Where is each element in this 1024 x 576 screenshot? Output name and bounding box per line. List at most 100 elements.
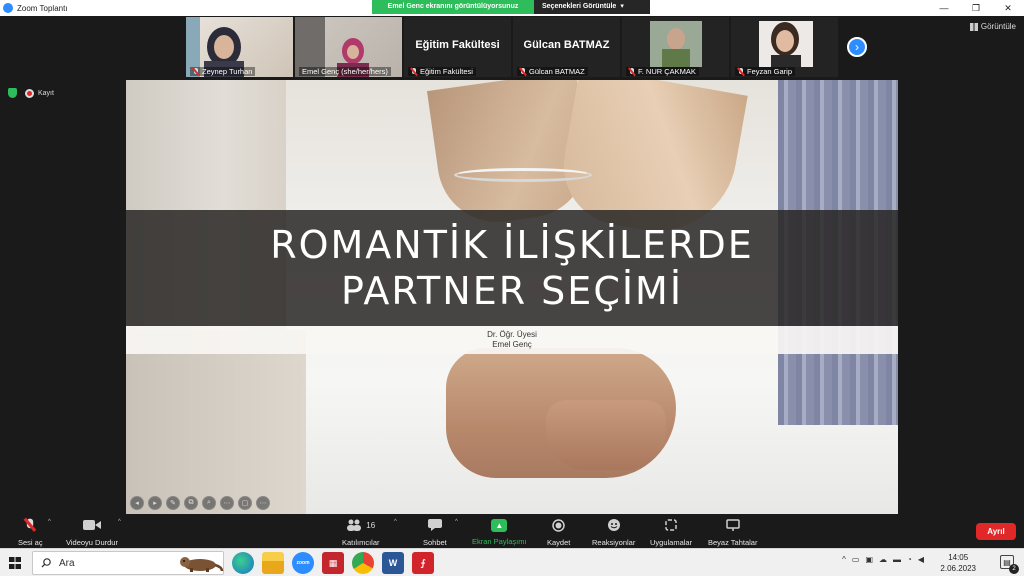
participant-tile[interactable]: Eğitim Fakültesi Eğitim Fakültesi — [404, 17, 511, 77]
camera-icon[interactable]: ▢ — [238, 496, 252, 510]
participant-name: Gülcan BATMAZ — [529, 67, 585, 76]
participant-name-label: Eğitim Fakültesi — [408, 67, 476, 76]
slide-subtitle-band: Dr. Öğr. Üyesi Emel Genç — [126, 326, 898, 354]
onscreen-display-icon[interactable]: ▣ — [865, 555, 873, 564]
unmute-label: Sesi aç — [18, 538, 43, 547]
record-glyph-icon — [552, 518, 565, 532]
minimize-button[interactable]: — — [928, 0, 960, 16]
meeting-indicators: Kayıt — [8, 88, 54, 98]
shield-icon[interactable] — [8, 88, 17, 98]
battery-icon[interactable]: ▬ — [893, 555, 901, 564]
participant-name-label: Gülcan BATMAZ — [517, 67, 588, 76]
video-camera-glyph-icon — [82, 520, 101, 530]
slide-title-line1: ROMANTİK İLİŞKİLERDE — [270, 223, 754, 267]
chat-glyph-icon — [427, 519, 442, 531]
next-slide-icon[interactable]: ▸ — [148, 496, 162, 510]
chat-options-caret-icon[interactable]: ^ — [455, 519, 458, 525]
chat-bubble-icon — [427, 517, 442, 533]
mic-muted-icon — [25, 517, 35, 533]
apps-label: Uygulamalar — [650, 538, 693, 547]
more-options-icon[interactable]: ⋯ — [256, 496, 270, 510]
view-options-button[interactable]: Seçenekleri Görüntüle ▾ — [534, 0, 650, 14]
wifi-icon[interactable]: ◔ — [907, 555, 912, 564]
search-icon — [41, 558, 51, 568]
participants-options-caret-icon[interactable]: ^ — [394, 519, 397, 525]
mic-glyph-icon — [25, 518, 35, 532]
tray-expand-icon[interactable]: ^ — [842, 555, 846, 564]
edge-browser-icon[interactable] — [232, 552, 254, 574]
system-tray: ^ ▭ ▣ ☁ ▬ ◔ ◀ — [842, 555, 924, 564]
previous-slide-icon[interactable]: ◂ — [130, 496, 144, 510]
grid-icon — [969, 22, 978, 31]
apps-button[interactable]: Uygulamalar — [650, 517, 692, 547]
slide-photo-fingers — [546, 400, 666, 470]
video-camera-icon — [82, 517, 101, 533]
chevron-down-icon: ▾ — [620, 3, 624, 10]
word-app-icon[interactable]: W — [382, 552, 404, 574]
zoom-icon[interactable]: ⌕ — [202, 496, 216, 510]
network-device-icon[interactable]: ▭ — [852, 555, 860, 564]
apps-glyph-icon — [665, 519, 677, 531]
window-title: Zoom Toplantı — [17, 3, 68, 13]
maximize-button[interactable]: ❐ — [960, 0, 992, 16]
slides-grid-icon[interactable]: ⧉ — [184, 496, 198, 510]
share-screen-button[interactable]: ▲ Ekran Paylaşımı — [472, 517, 527, 546]
slide-title-band: ROMANTİK İLİŞKİLERDE PARTNER SEÇİMİ — [126, 210, 898, 326]
window-controls: — ❐ ✕ — [928, 0, 1024, 16]
file-explorer-icon[interactable] — [262, 552, 284, 574]
participant-name-label: Feyzan Garip — [735, 67, 796, 76]
speaker-icon[interactable]: ◀ — [918, 555, 924, 564]
taskbar-clock[interactable]: 14:05 2.06.2023 — [940, 552, 976, 574]
participant-name: Emel Genç (she/her/hers) — [302, 67, 388, 76]
cloud-sync-icon[interactable]: ☁ — [879, 555, 887, 564]
record-button[interactable]: Kaydet — [547, 517, 570, 547]
chat-button[interactable]: Sohbet — [423, 517, 447, 547]
gallery-view-button[interactable]: Görüntüle — [969, 22, 1016, 31]
participant-name: Zeynep Turhan — [202, 67, 253, 76]
mic-muted-icon — [738, 67, 744, 76]
participants-button[interactable]: 16 Katılımcılar — [342, 517, 380, 547]
reactions-label: Reaksiyonlar — [592, 538, 636, 547]
people-glyph-icon — [347, 519, 362, 531]
zoom-app-screen: Zoom Toplantı — ❐ ✕ Emel Genc ekranını g… — [0, 0, 1024, 576]
video-options-caret-icon[interactable]: ^ — [118, 519, 121, 525]
zoom-app-icon[interactable]: zoom — [292, 552, 314, 574]
chrome-browser-icon[interactable] — [352, 552, 374, 574]
participant-strip: Zeynep Turhan Emel Genç (she/her/hers) E… — [186, 17, 838, 77]
recording-indicator[interactable]: Kayıt — [25, 88, 54, 98]
viewing-share-label: Emel Genc ekranını görüntülüyorsunuz — [372, 0, 534, 14]
participant-tile[interactable]: F. NUR ÇAKMAK — [622, 17, 729, 77]
participant-name: Feyzan Garip — [747, 67, 793, 76]
stop-video-button[interactable]: Videoyu Durdur — [66, 517, 118, 547]
participant-name-label: F. NUR ÇAKMAK — [626, 67, 699, 76]
record-dot-icon — [25, 88, 34, 98]
app-grid-icon[interactable]: ▦ — [322, 552, 344, 574]
slide-photo-bracelet — [454, 168, 592, 182]
mic-muted-icon — [629, 67, 635, 76]
windows-taskbar: Ara zoom ▦ W ⨍ ^ ▭ ▣ ☁ ▬ ◔ ◀ 14:05 2.06.… — [0, 548, 1024, 576]
participant-tile[interactable]: Feyzan Garip — [731, 17, 838, 77]
view-options-label: Seçenekleri Görüntüle — [542, 3, 617, 10]
mic-muted-icon — [411, 67, 417, 76]
close-button[interactable]: ✕ — [992, 0, 1024, 16]
record-icon — [552, 517, 565, 533]
participant-tile[interactable]: Zeynep Turhan — [186, 17, 293, 77]
participant-name: Eğitim Fakültesi — [420, 67, 473, 76]
participants-icon: 16 — [346, 517, 375, 533]
participants-count: 16 — [366, 520, 376, 530]
leave-meeting-button[interactable]: Ayrıl — [976, 523, 1016, 540]
participant-tile[interactable]: Emel Genç (she/her/hers) — [295, 17, 402, 77]
participant-tile[interactable]: Gülcan BATMAZ Gülcan BATMAZ — [513, 17, 620, 77]
unmute-button[interactable]: Sesi aç — [18, 517, 43, 547]
windows-start-icon[interactable] — [9, 557, 21, 569]
reactions-button[interactable]: Reaksiyonlar — [592, 517, 635, 547]
pdf-reader-icon[interactable]: ⨍ — [412, 552, 434, 574]
pen-icon[interactable]: ✎ — [166, 496, 180, 510]
audio-options-caret-icon[interactable]: ^ — [48, 519, 51, 525]
whiteboards-button[interactable]: Beyaz Tahtalar — [708, 517, 757, 547]
taskbar-search-placeholder: Ara — [59, 557, 75, 569]
slide-title-line2: PARTNER SEÇİMİ — [340, 269, 684, 313]
next-participants-arrow-icon[interactable]: › — [847, 37, 867, 57]
subtitles-icon[interactable]: ⋯ — [220, 496, 234, 510]
otter-illustration-icon — [180, 557, 224, 572]
